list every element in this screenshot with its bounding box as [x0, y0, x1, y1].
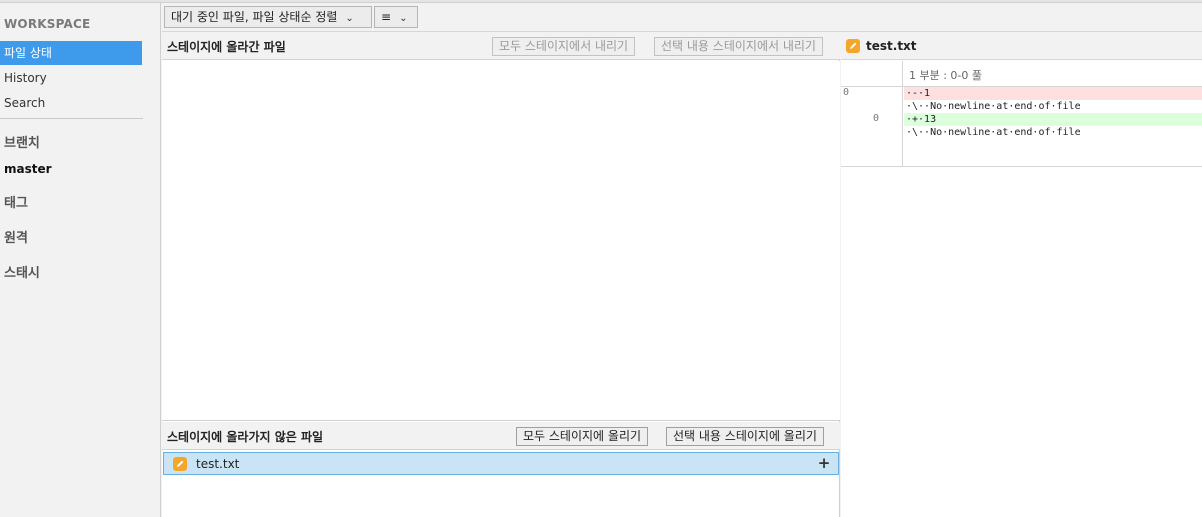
unstaged-title: 스테이지에 올라가지 않은 파일 [167, 430, 324, 444]
pencil-icon [846, 39, 860, 53]
staged-header: 스테이지에 올라간 파일 모두 스테이지에서 내리기 선택 내용 스테이지에서 … [162, 32, 840, 60]
old-line-number: 0 [843, 87, 850, 98]
diff-file-name: test.txt [866, 39, 917, 53]
file-status-panel: 스테이지에 올라간 파일 모두 스테이지에서 내리기 선택 내용 스테이지에서 … [162, 32, 840, 517]
unstage-all-button[interactable]: 모두 스테이지에서 내리기 [492, 37, 636, 56]
diff-line-added[interactable]: ·+·13 [904, 113, 1202, 126]
sidebar: WORKSPACE 파일 상태 History Search 브랜치 maste… [0, 3, 161, 517]
sidebar-divider [0, 118, 143, 119]
sidebar-branch-master[interactable]: master [4, 162, 52, 176]
new-line-number: 0 [873, 113, 880, 124]
diff-line-context[interactable]: ·\··No·newline·at·end·of·file [904, 100, 1202, 113]
staged-title: 스테이지에 올라간 파일 [167, 40, 286, 54]
workspace-section-title: WORKSPACE [4, 17, 91, 31]
hunk-title[interactable]: 1 부분 : 0-0 풀 [909, 67, 982, 83]
sidebar-group-tags[interactable]: 태그 [4, 192, 28, 211]
sidebar-group-stashes[interactable]: 스태시 [4, 262, 40, 281]
sidebar-group-remotes[interactable]: 원격 [4, 227, 28, 246]
diff-panel: test.txt 1 부분 : 0-0 풀 0 0 ·-·1 ·\··No·ne… [841, 32, 1202, 517]
pencil-icon [173, 457, 187, 471]
chevron-down-icon: ⌄ [399, 13, 408, 24]
hunk-header: 1 부분 : 0-0 풀 [841, 61, 1202, 87]
list-item[interactable]: test.txt + [163, 452, 839, 475]
diff-line-context[interactable]: ·\··No·newline·at·end·of·file [904, 126, 1202, 139]
sidebar-item-file-status[interactable]: 파일 상태 [0, 41, 142, 65]
staged-file-list[interactable] [162, 61, 840, 421]
line-number-gutter [841, 61, 903, 87]
list-view-icon: ≡ [381, 10, 392, 24]
view-mode-dropdown[interactable]: ≡ ⌄ [374, 6, 418, 28]
stage-all-button[interactable]: 모두 스테이지에 올리기 [516, 427, 649, 446]
stage-selected-button[interactable]: 선택 내용 스테이지에 올리기 [666, 427, 824, 446]
file-name: test.txt [196, 457, 240, 471]
chevron-down-icon: ⌄ [345, 13, 354, 24]
sidebar-group-branches[interactable]: 브랜치 [4, 132, 40, 151]
diff-header: test.txt [841, 32, 1202, 60]
unstage-selected-button[interactable]: 선택 내용 스테이지에서 내리기 [654, 37, 823, 56]
unstaged-header: 스테이지에 올라가지 않은 파일 모두 스테이지에 올리기 선택 내용 스테이지… [162, 422, 840, 450]
sidebar-item-search[interactable]: Search [0, 91, 142, 115]
plus-icon[interactable]: + [816, 455, 832, 471]
sidebar-item-history[interactable]: History [0, 66, 142, 90]
diff-line-removed[interactable]: ·-·1 [904, 87, 1202, 100]
sort-dropdown-label: 대기 중인 파일, 파일 상태순 정렬 [171, 10, 338, 24]
line-number-gutter [841, 87, 903, 167]
diff-hunk-body: 0 0 ·-·1 ·\··No·newline·at·end·of·file ·… [841, 87, 1202, 167]
toolbar: 대기 중인 파일, 파일 상태순 정렬 ⌄ ≡ ⌄ [162, 3, 1202, 32]
sort-dropdown[interactable]: 대기 중인 파일, 파일 상태순 정렬 ⌄ [164, 6, 372, 28]
